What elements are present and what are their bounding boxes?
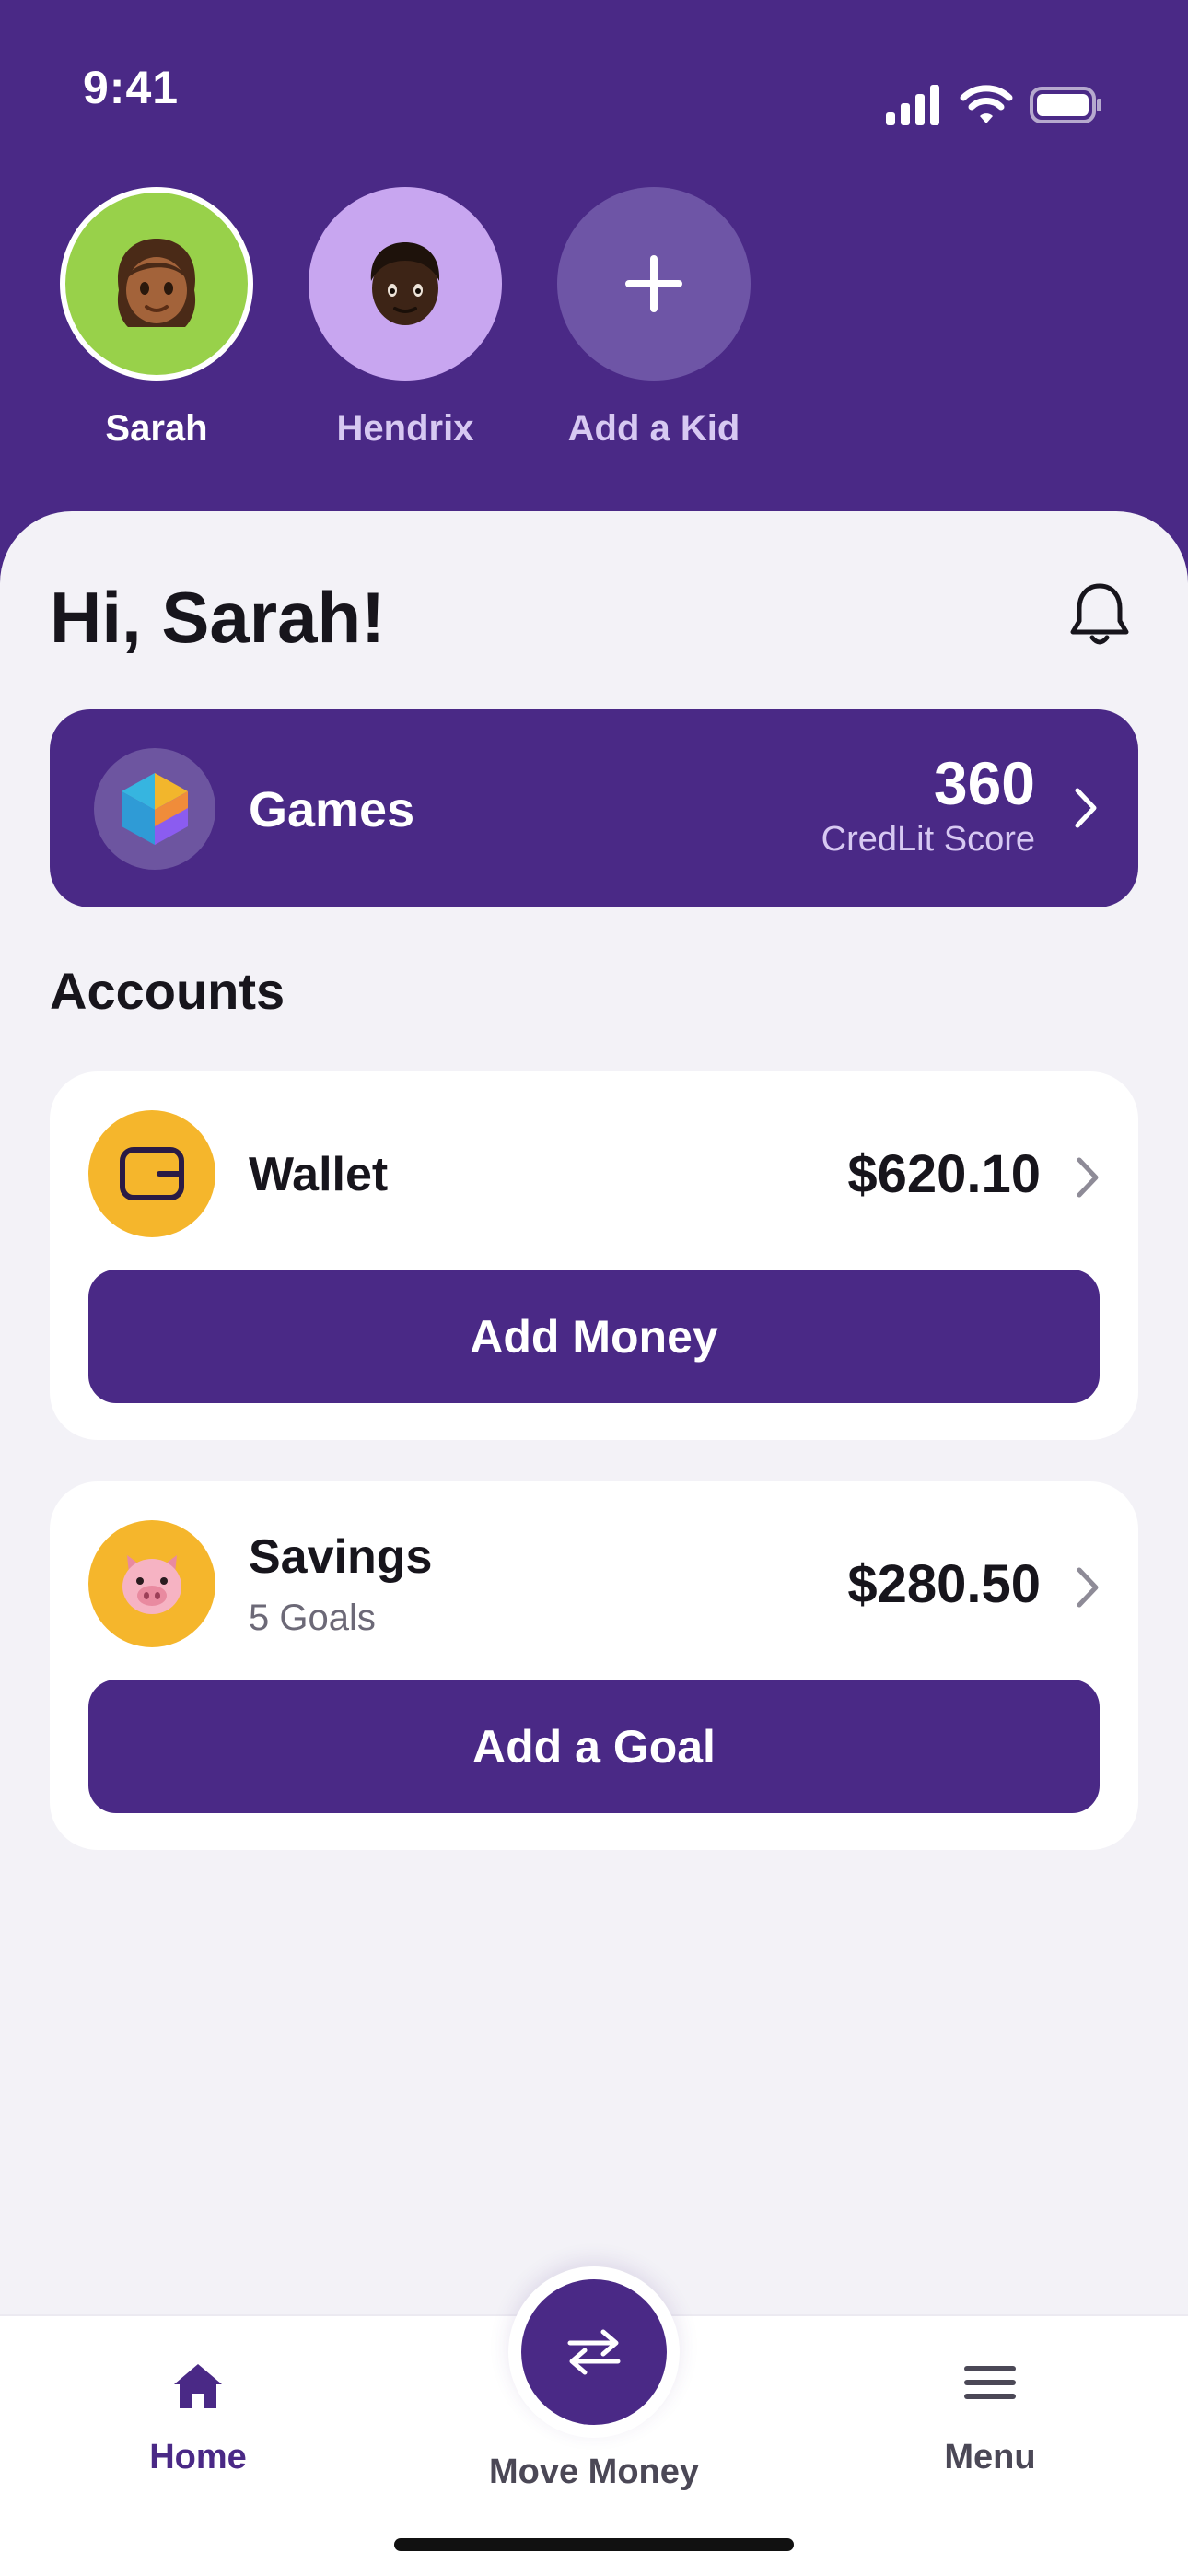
pig-icon-wrap [88,1520,215,1647]
account-amount-savings: $280.50 [847,1554,1041,1614]
tab-label-home: Home [149,2438,247,2476]
girl-emoji-icon [117,239,196,327]
games-cube-icon [122,773,188,845]
kid-sarah[interactable]: Sarah [57,187,256,450]
accounts-title: Accounts [50,962,285,1020]
savings-card[interactable]: Savings 5 Goals $280.50 Add a Goal [50,1481,1138,1850]
app-screen: 9:41 Sarah Hendrix Add a Kid Hi, Sarah! … [0,0,1188,2576]
wallet-card[interactable]: Wallet $620.10 Add Money [50,1071,1138,1440]
kid-name-sarah: Sarah [105,408,208,449]
add-kid-avatar[interactable] [557,187,751,381]
account-amount-wallet: $620.10 [847,1144,1041,1204]
games-card[interactable]: Games 360 CredLit Score [50,709,1138,907]
transfer-arrows-icon [567,2329,621,2375]
tab-label-menu: Menu [944,2438,1036,2476]
signal-icon [886,85,939,125]
kid-hendrix[interactable]: Hendrix [306,187,505,450]
chevron-right-icon [1077,1157,1099,1198]
pig-icon [122,1555,181,1614]
games-label: Games [249,782,415,837]
account-name-savings: Savings [249,1530,433,1584]
header: 9:41 Sarah Hendrix Add a Kid [0,0,1188,590]
avatar[interactable] [309,187,502,381]
main-content: Hi, Sarah! Games 360 CredLit Score Accou… [0,511,1188,2317]
move-money-button[interactable] [521,2279,667,2425]
home-icon-wrap [78,2360,318,2412]
savings-goals-count: 5 Goals [249,1598,376,1638]
credlit-score-label: CredLit Score [821,820,1035,859]
add-kid-label: Add a Kid [567,408,740,449]
bell-icon [1070,583,1129,645]
chevron-right-icon [1075,788,1097,828]
chevron-right-icon [1077,1567,1099,1608]
menu-icon-wrap [870,2360,1110,2405]
home-indicator [394,2538,794,2551]
move-money-label: Move Money [488,2453,700,2491]
status-icons [886,85,1103,129]
add-kid-button[interactable]: Add a Kid [554,187,753,450]
page-title: Hi, Sarah! [50,577,386,658]
wifi-icon [960,85,1013,123]
add-goal-button[interactable]: Add a Goal [88,1680,1100,1813]
wallet-icon-wrap [88,1110,215,1237]
tab-home[interactable]: Home [78,2316,318,2519]
kids-selector: Sarah Hendrix Add a Kid [0,187,1188,463]
add-money-button[interactable]: Add Money [88,1270,1100,1403]
hamburger-menu-icon [964,2366,1016,2399]
kid-name-hendrix: Hendrix [336,408,474,449]
battery-icon [1030,87,1101,123]
avatar[interactable] [60,187,253,381]
credlit-score-value: 360 [933,749,1035,817]
plus-icon [625,255,682,312]
wallet-icon [120,1147,184,1200]
games-icon-wrap [94,748,215,870]
account-name-wallet: Wallet [249,1148,389,1201]
status-time: 9:41 [83,62,180,113]
tab-menu[interactable]: Menu [870,2316,1110,2519]
notifications-button[interactable] [1061,576,1138,653]
boy-emoji-icon [370,242,440,325]
home-icon [174,2364,222,2408]
